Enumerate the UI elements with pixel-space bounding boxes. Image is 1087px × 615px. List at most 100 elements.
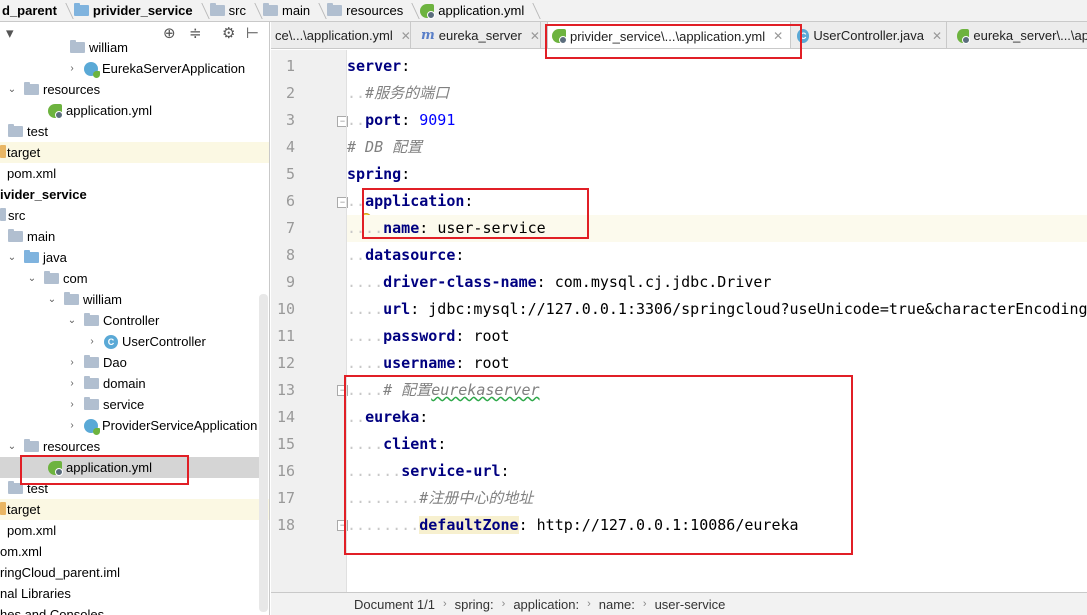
code-line: ....username: root: [347, 354, 510, 372]
yaml-comment: #服务的端口: [365, 84, 450, 102]
tab-provider-service-application-yml[interactable]: privider_service\...\application.yml ✕: [547, 22, 791, 48]
chevron-right-icon[interactable]: ›: [66, 399, 78, 410]
tree-item-domain[interactable]: › domain: [66, 373, 269, 394]
tree-item-label: domain: [103, 376, 146, 391]
tree-item-java[interactable]: ⌄ java: [6, 247, 269, 268]
tree-item-scratches[interactable]: hes and Consoles: [0, 604, 269, 615]
chevron-down-icon[interactable]: ⌄: [6, 441, 18, 452]
tree-item-target[interactable]: target: [0, 142, 269, 163]
tree-item-label: target: [7, 145, 41, 160]
tree-item-test[interactable]: test: [8, 121, 269, 142]
tree-item-resources[interactable]: ⌄ resources: [6, 436, 269, 457]
tree-item-test[interactable]: test: [8, 478, 269, 499]
yaml-comment: # 配置: [383, 381, 432, 399]
tab-label: UserController.java: [813, 28, 924, 43]
chevron-down-icon[interactable]: ⌄: [46, 294, 58, 305]
breadcrumb-item-main[interactable]: main: [261, 0, 310, 21]
yaml-key: defaultZone: [419, 516, 519, 534]
chevron-right-icon[interactable]: ›: [66, 63, 78, 74]
line-number: 10: [276, 300, 295, 318]
tree-item-root-pom-xml[interactable]: om.xml: [0, 541, 269, 562]
yaml-path-item[interactable]: user-service: [655, 597, 726, 612]
close-icon[interactable]: ✕: [932, 29, 942, 43]
tree-item-william-package[interactable]: ⌄ william: [46, 289, 269, 310]
tab-eureka-service-application-yml[interactable]: ce\...\application.yml ✕: [271, 22, 411, 48]
chevron-down-icon[interactable]: ⌄: [66, 315, 78, 326]
tree-item-main[interactable]: main: [8, 226, 269, 247]
tree-item-dao[interactable]: › Dao: [66, 352, 269, 373]
chevron-right-icon[interactable]: ›: [66, 420, 78, 431]
tree-item-eureka-server-application[interactable]: › EurekaServerApplication: [66, 58, 269, 79]
close-icon[interactable]: ✕: [401, 29, 411, 43]
tab-eureka-server-application-yml[interactable]: eureka_server\...\ap: [953, 22, 1087, 48]
tree-item-external-libraries[interactable]: nal Libraries: [0, 583, 269, 604]
yaml-path-item[interactable]: application:: [513, 597, 579, 612]
chevron-down-icon[interactable]: ⌄: [26, 273, 38, 284]
tree-item-label: target: [7, 502, 41, 517]
editor-tab-bar: ce\...\application.yml ✕ m eureka_server ✕ …: [271, 22, 1087, 49]
breadcrumb-separator: [312, 0, 322, 21]
line-number: 8: [285, 246, 295, 264]
code-line: ....password: root: [347, 327, 510, 345]
tree-item-pom-xml[interactable]: pom.xml: [0, 520, 269, 541]
tree-item-user-controller[interactable]: › C UserController: [86, 331, 269, 352]
line-number: 17: [276, 489, 295, 507]
close-icon[interactable]: ✕: [773, 29, 783, 43]
breadcrumb-item-module[interactable]: privider_service: [72, 0, 193, 21]
tree-item-provider-service-application[interactable]: › ProviderServiceApplication: [66, 415, 269, 436]
code-line: ........defaultZone: http://127.0.0.1:10…: [347, 516, 799, 534]
chevron-down-icon[interactable]: ⌄: [6, 252, 18, 263]
tree-item-resources[interactable]: ⌄ resources: [6, 79, 269, 100]
breadcrumb-item-parent[interactable]: d_parent: [0, 0, 57, 21]
chevron-right-icon[interactable]: ›: [66, 357, 78, 368]
spring-class-icon: [84, 61, 100, 78]
resources-folder-icon: [24, 82, 39, 95]
close-icon[interactable]: ✕: [530, 29, 540, 43]
yaml-path-item[interactable]: spring:: [455, 597, 494, 612]
tree-item-label: test: [27, 124, 48, 139]
document-indicator: Document 1/1: [354, 596, 435, 612]
chevron-down-icon[interactable]: ▾: [6, 26, 14, 42]
tree-item-william[interactable]: william: [70, 37, 269, 58]
spring-class-icon: [84, 418, 100, 435]
tree-item-com[interactable]: ⌄ com: [26, 268, 269, 289]
breadcrumb-separator: [248, 0, 258, 21]
yaml-path-item[interactable]: name:: [599, 597, 635, 612]
tree-item-provider-module[interactable]: ivider_service: [0, 184, 269, 205]
tree-item-controller[interactable]: ⌄ Controller: [66, 310, 269, 331]
project-panel-scrollbar[interactable]: [259, 294, 268, 612]
breadcrumb-item-src[interactable]: src: [208, 0, 246, 21]
code-line: ..datasource:: [347, 246, 465, 264]
tree-item-src[interactable]: src: [0, 205, 269, 226]
tab-user-controller-java[interactable]: C UserController.java ✕: [793, 22, 947, 48]
tree-item-application-yml-selected[interactable]: application.yml: [0, 457, 268, 478]
code-line: server:: [347, 57, 411, 75]
chevron-right-icon: ›: [442, 598, 447, 610]
resources-folder-icon: [24, 439, 39, 452]
tree-item-iml-file[interactable]: ringCloud_parent.iml: [0, 562, 269, 583]
line-number-gutter: 1 2 3 4 5 6 7 8 9 10 11 12 13 14 15 16 1…: [271, 50, 348, 592]
tree-item-application-yml[interactable]: application.yml: [48, 100, 269, 121]
code-area[interactable]: server: ..#服务的端口 ..port: 9091 # DB 配置 sp…: [346, 50, 1087, 592]
code-line: ....url: jdbc:mysql://127.0.0.1:3306/spr…: [347, 300, 1087, 318]
breadcrumb-item-file[interactable]: application.yml: [418, 0, 524, 21]
chevron-right-icon[interactable]: ›: [86, 336, 98, 347]
tree-item-service[interactable]: › service: [66, 394, 269, 415]
breadcrumb-item-resources[interactable]: resources: [325, 0, 403, 21]
tree-item-pom-xml[interactable]: pom.xml: [0, 163, 269, 184]
breadcrumb-separator: [59, 0, 69, 21]
package-folder-icon: [70, 40, 85, 53]
chevron-right-icon: ›: [642, 598, 647, 610]
line-number: 13: [276, 381, 295, 399]
chevron-down-icon[interactable]: ⌄: [6, 84, 18, 95]
code-editor[interactable]: 1 2 3 4 5 6 7 8 9 10 11 12 13 14 15 16 1…: [271, 50, 1087, 592]
tab-eureka-server[interactable]: m eureka_server ✕: [417, 22, 541, 48]
line-number: 18: [276, 516, 295, 534]
tree-item-target[interactable]: target: [0, 499, 269, 520]
chevron-right-icon[interactable]: ›: [66, 378, 78, 389]
spring-yml-icon: [957, 28, 971, 44]
source-folder-icon: [24, 250, 39, 263]
line-number: 1: [285, 57, 295, 75]
tree-item-label: main: [27, 229, 56, 244]
tree-item-label: hes and Consoles: [0, 607, 105, 615]
